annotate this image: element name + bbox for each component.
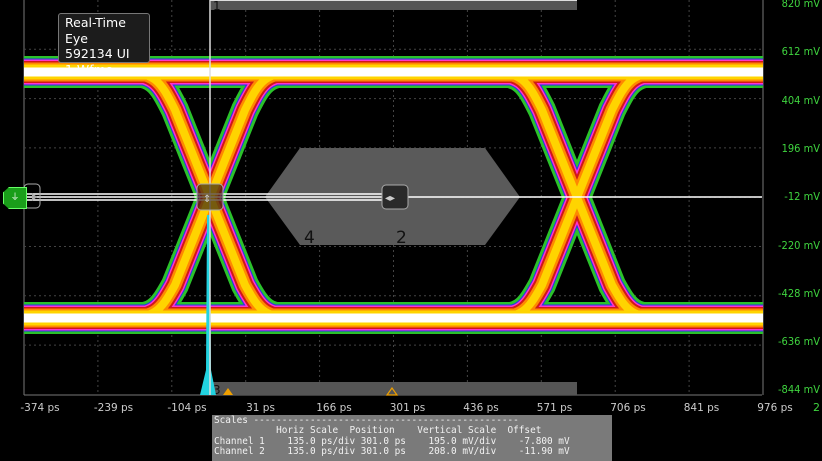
x-axis-label: 706 ps [610, 402, 646, 414]
info-ui-count: 592134 UI [65, 46, 130, 61]
channel-2-ground-handle[interactable]: ⏚ [3, 187, 27, 209]
y-axis-label: -844 mV [777, 383, 820, 397]
mask-region-top [211, 0, 577, 10]
y-axis-label: -636 mV [777, 335, 820, 349]
channel-indicator: 2 [813, 401, 820, 414]
mask-region-bottom [212, 382, 577, 395]
y-axis-label: 196 mV [781, 141, 820, 155]
x-axis-label: 436 ps [463, 402, 499, 414]
x-axis-label: 301 ps [389, 402, 426, 414]
scales-readout: Scales ---------------------------------… [212, 415, 612, 461]
x-axis-label: -104 ps [167, 402, 207, 414]
x-axis-label: -239 ps [93, 402, 134, 414]
y-axis-label: 404 mV [781, 93, 820, 107]
info-waveforms: 1 Wfms [65, 61, 113, 77]
x-axis-label: 976 ps [757, 402, 793, 414]
y-axis-label: -220 mV [777, 238, 820, 252]
ground-icon: ⏚ [10, 193, 20, 203]
x-axis-label: 31 ps [246, 402, 275, 414]
mask-label-1: 1 [213, 0, 221, 13]
left-right-arrows-icon: ◂▸ [385, 193, 395, 204]
mask-label-4: 4 [304, 228, 315, 248]
y-axis-label: -428 mV [777, 286, 820, 300]
x-axis-label: 166 ps [316, 402, 352, 414]
info-title: Real-Time Eye [65, 15, 126, 46]
x-axis-label: 841 ps [683, 402, 720, 414]
info-box: Real-Time Eye 592134 UI 1 Wfms [58, 13, 150, 77]
x-axis-label: -374 ps [20, 402, 60, 414]
y-axis-label: 612 mV [781, 45, 820, 59]
up-down-arrows-icon: ⇕ [203, 194, 211, 205]
x-axis-label: 571 ps [536, 402, 573, 414]
mask-label-2: 2 [396, 228, 407, 248]
y-axis-label: 820 mV [781, 0, 820, 10]
y-axis-label: -12 mV [784, 190, 820, 204]
scales-row-channel-2: Channel 2 135.0 ps/div 301.0 ps 208.0 mV… [214, 445, 570, 457]
